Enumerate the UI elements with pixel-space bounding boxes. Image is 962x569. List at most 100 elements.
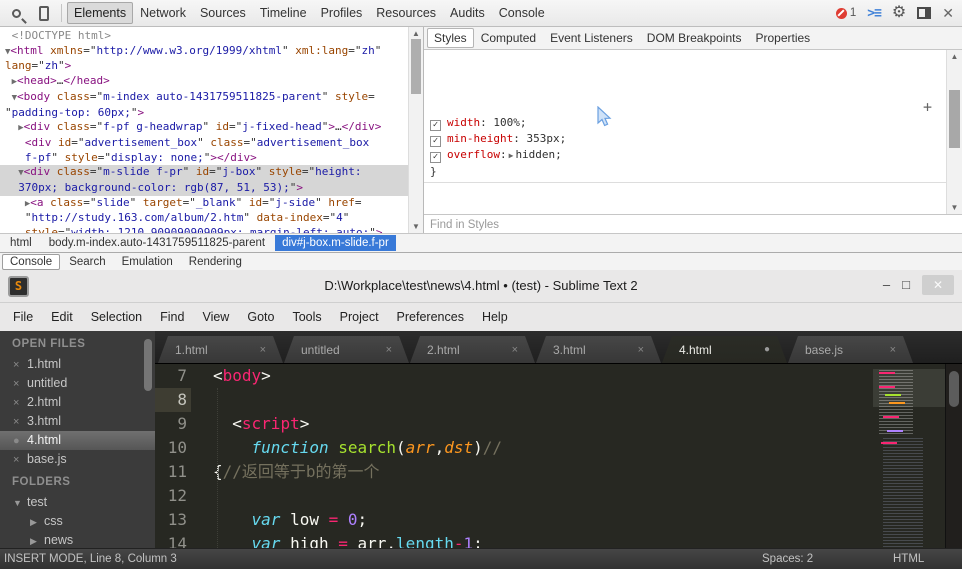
menu-tools[interactable]: Tools	[283, 306, 330, 328]
console-drawer-icon[interactable]: >≡	[867, 6, 881, 21]
tab-label: 2.html	[427, 343, 460, 357]
chevron-right-icon[interactable]: ▶	[30, 532, 44, 548]
close-icon[interactable]: ✕	[922, 275, 954, 295]
drawer-tab-console[interactable]: Console	[2, 254, 60, 270]
scroll-down-icon[interactable]: ▼	[409, 222, 423, 231]
file-name: 4.html	[27, 433, 61, 447]
tab-close-icon[interactable]: ×	[386, 344, 392, 356]
tab-styles[interactable]: Styles	[427, 28, 474, 48]
drawer-tab-search[interactable]: Search	[62, 255, 112, 269]
devtools-tab-resources[interactable]: Resources	[369, 2, 443, 24]
drawer-tab-emulation[interactable]: Emulation	[115, 255, 180, 269]
error-count-badge[interactable]: 1	[836, 7, 856, 19]
editor-tab-2html[interactable]: 2.html ×	[410, 336, 535, 363]
file-close-icon[interactable]: ×	[13, 413, 27, 432]
new-style-rule-button[interactable]: +	[923, 100, 932, 212]
maximize-icon[interactable]: □	[902, 275, 910, 295]
devtools-tab-audits[interactable]: Audits	[443, 2, 492, 24]
tab-label: untitled	[301, 343, 340, 357]
inspect-element-icon[interactable]	[4, 3, 28, 23]
error-count: 1	[850, 7, 856, 19]
open-file-2html[interactable]: ×2.html	[0, 393, 155, 412]
breadcrumb-html[interactable]: html	[3, 235, 39, 251]
editor-tab-3html[interactable]: 3.html×	[536, 336, 661, 363]
editor-area: 1.html× untitled × 2.html × 3.html× 4.html…	[155, 331, 962, 548]
folders-header: FOLDERS	[0, 469, 155, 493]
scroll-up-icon[interactable]: ▲	[947, 52, 962, 61]
title-bar[interactable]: S D:\Workplace\test\news\4.html • (test)…	[0, 270, 962, 303]
style-rule-element[interactable]: ✓width: 100%;✓min-height: 353px;✓overflo…	[424, 81, 946, 183]
menu-view[interactable]: View	[193, 306, 238, 328]
elements-tree[interactable]: <!DOCTYPE html>▼<html xmlns="http://www.…	[0, 27, 423, 233]
drawer-tab-bar: Console Search Emulation Rendering	[0, 252, 962, 270]
tab-close-icon[interactable]: ×	[512, 344, 518, 356]
scroll-up-icon[interactable]: ▲	[409, 29, 423, 38]
devtools-tab-timeline[interactable]: Timeline	[253, 2, 314, 24]
tab-close-icon[interactable]: ×	[890, 344, 896, 356]
folder-news[interactable]: ▶news	[0, 531, 155, 548]
sublime-window: S D:\Workplace\test\news\4.html • (test)…	[0, 270, 962, 569]
minimize-icon[interactable]: –	[883, 275, 890, 295]
chevron-down-icon[interactable]: ▼	[13, 494, 27, 513]
menu-edit[interactable]: Edit	[42, 306, 82, 328]
tab-computed[interactable]: Computed	[474, 28, 543, 48]
file-close-icon[interactable]: ×	[13, 356, 27, 375]
elements-scrollbar[interactable]: ▲ ▼	[408, 27, 423, 233]
minimap[interactable]	[873, 364, 945, 548]
tab-close-icon[interactable]: ×	[260, 344, 266, 356]
folder-css[interactable]: ▶css	[0, 512, 155, 531]
editor-scrollbar-thumb[interactable]	[949, 371, 959, 407]
devtools-tab-elements[interactable]: Elements	[67, 2, 133, 24]
tab-dom-breakpoints[interactable]: DOM Breakpoints	[640, 28, 749, 48]
menu-file[interactable]: File	[4, 306, 42, 328]
dock-side-icon[interactable]	[917, 7, 931, 19]
gear-icon[interactable]: ⚙	[892, 5, 906, 21]
menu-preferences[interactable]: Preferences	[388, 306, 473, 328]
menu-help[interactable]: Help	[473, 306, 517, 328]
folder-name: news	[44, 533, 73, 547]
scroll-down-icon[interactable]: ▼	[947, 203, 962, 212]
folder-test[interactable]: ▼test	[0, 493, 155, 512]
chevron-right-icon[interactable]: ▶	[30, 513, 44, 532]
devtools-main: <!DOCTYPE html>▼<html xmlns="http://www.…	[0, 27, 962, 233]
editor-tab-untitled[interactable]: untitled ×	[284, 336, 409, 363]
menu-selection[interactable]: Selection	[82, 306, 151, 328]
menu-find[interactable]: Find	[151, 306, 193, 328]
devtools-tab-console[interactable]: Console	[492, 2, 552, 24]
open-file-3html[interactable]: ×3.html	[0, 412, 155, 431]
breadcrumb-body[interactable]: body.m-index.auto-1431759511825-parent	[42, 235, 272, 251]
find-in-styles-input[interactable]	[424, 217, 940, 234]
open-file-untitled[interactable]: ×untitled	[0, 374, 155, 393]
tab-event-listeners[interactable]: Event Listeners	[543, 28, 640, 48]
status-syntax[interactable]: HTML	[893, 549, 924, 569]
tab-properties[interactable]: Properties	[748, 28, 817, 48]
scrollbar-thumb[interactable]	[949, 90, 960, 148]
open-file-basejs[interactable]: ×base.js	[0, 450, 155, 469]
menu-goto[interactable]: Goto	[238, 306, 283, 328]
scrollbar-thumb[interactable]	[411, 39, 421, 94]
editor-scrollbar[interactable]	[945, 364, 962, 548]
drawer-tab-rendering[interactable]: Rendering	[182, 255, 249, 269]
open-file-4html[interactable]: ●4.html	[0, 431, 155, 450]
file-close-icon[interactable]: ×	[13, 394, 27, 413]
menu-project[interactable]: Project	[331, 306, 388, 328]
styles-scrollbar[interactable]: ▲ ▼	[946, 50, 962, 214]
file-modified-icon[interactable]: ●	[13, 432, 27, 451]
editor-tab-4html[interactable]: 4.html●	[662, 336, 787, 363]
file-close-icon[interactable]: ×	[13, 375, 27, 394]
device-mode-icon[interactable]	[32, 3, 56, 23]
devtools-tab-network[interactable]: Network	[133, 2, 193, 24]
devtools-tab-profiles[interactable]: Profiles	[314, 2, 370, 24]
code-editor[interactable]: 7<body>89 <script>10 function search(arr…	[155, 364, 873, 548]
file-close-icon[interactable]: ×	[13, 451, 27, 470]
sidebar-scrollbar-thumb[interactable]	[144, 339, 152, 391]
open-file-1html[interactable]: ×1.html	[0, 355, 155, 374]
status-indentation[interactable]: Spaces: 2	[762, 549, 813, 569]
breadcrumb-selected-div[interactable]: div#j-box.m-slide.f-pr	[275, 235, 396, 251]
editor-tab-basejs[interactable]: base.js×	[788, 336, 913, 363]
editor-tab-1html[interactable]: 1.html×	[158, 336, 283, 363]
tab-close-icon[interactable]: ×	[638, 344, 644, 356]
devtools-close-icon[interactable]: ✕	[942, 5, 954, 22]
devtools-tab-sources[interactable]: Sources	[193, 2, 253, 24]
magnifier-icon	[12, 9, 21, 18]
